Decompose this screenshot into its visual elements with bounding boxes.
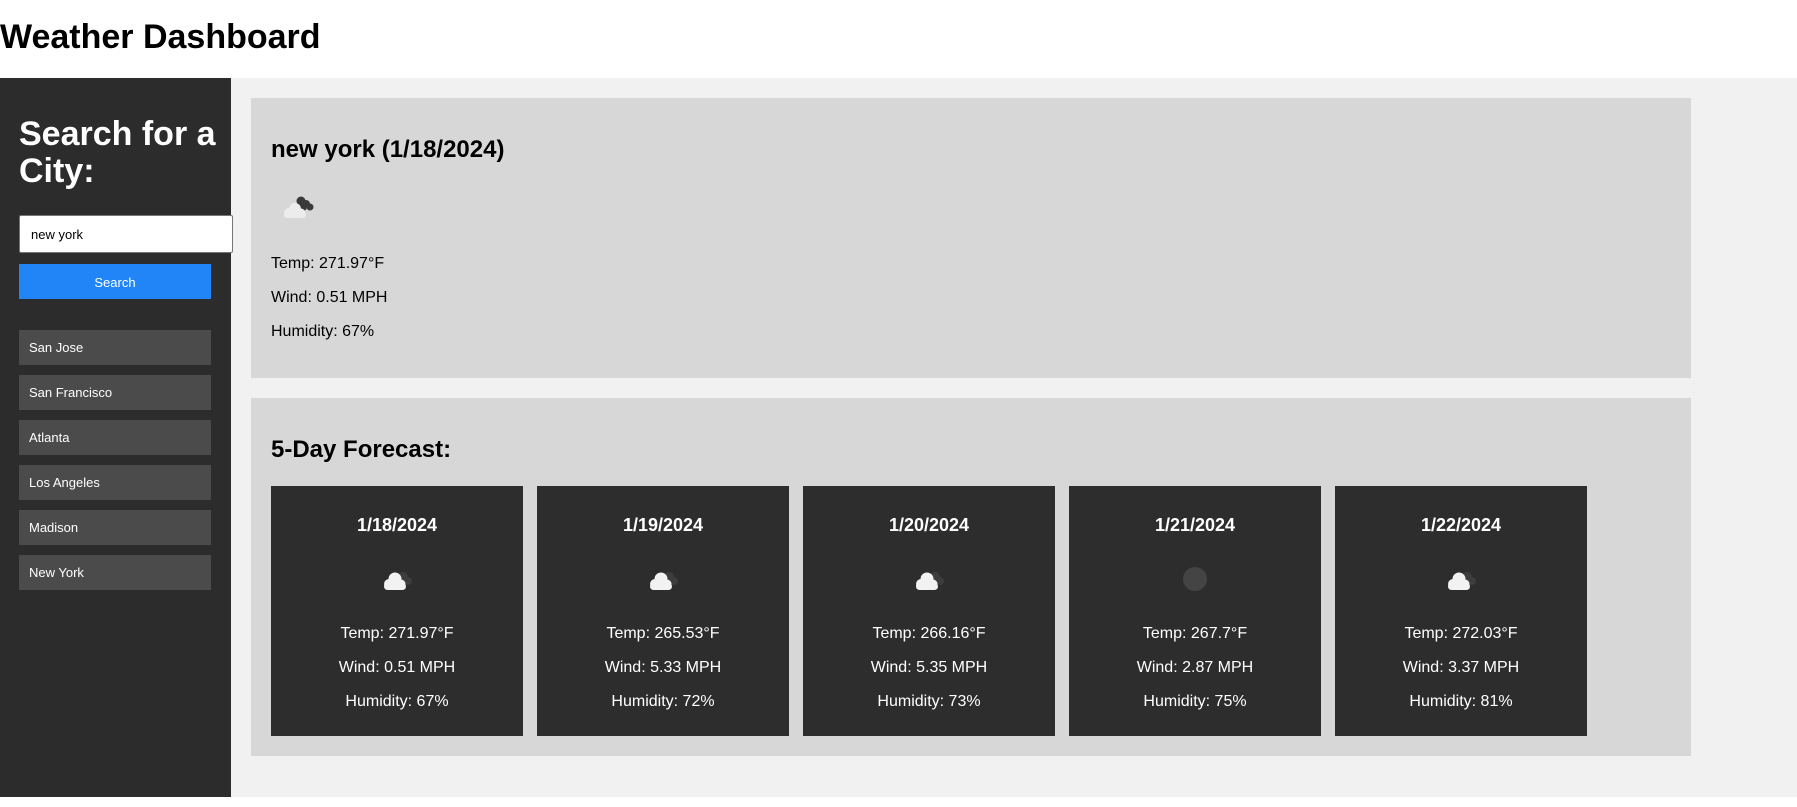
dashboard-layout: Search for a City: Search San Jose San F…	[0, 78, 1797, 797]
forecast-temp: Temp: 272.03°F	[1404, 625, 1518, 642]
forecast-day-card: 1/22/2024 Temp: 272.03°F Wind: 3.37 MPH …	[1335, 486, 1587, 736]
search-heading: Search for a City:	[19, 115, 216, 190]
page-title: Weather Dashboard	[0, 18, 321, 56]
forecast-day-card: 1/20/2024 Temp: 266.16°F Wind: 5.35 MPH …	[803, 486, 1055, 736]
history-button-los-angeles[interactable]: Los Angeles	[19, 465, 211, 500]
forecast-date: 1/18/2024	[356, 515, 438, 535]
forecast-day-card: 1/19/2024 Temp: 265.53°F Wind: 5.33 MPH …	[537, 486, 789, 736]
forecast-date: 1/21/2024	[1154, 515, 1236, 535]
forecast-wind: Wind: 5.35 MPH	[870, 659, 988, 676]
forecast-humidity: Humidity: 81%	[1409, 693, 1513, 710]
clouds-icon	[916, 572, 944, 590]
forecast-day-card: 1/21/2024 Temp: 267.7°F Wind: 2.87 MPH H…	[1069, 486, 1321, 736]
forecast-temp: Temp: 267.7°F	[1142, 625, 1248, 642]
current-weather-card: new york (1/18/2024) Temp: 271.97°F Wind…	[251, 98, 1691, 378]
page-header: Weather Dashboard	[0, 0, 1797, 78]
forecast-humidity: Humidity: 67%	[345, 693, 449, 710]
forecast-humidity: Humidity: 75%	[1143, 693, 1247, 710]
history-button-san-jose[interactable]: San Jose	[19, 330, 211, 365]
clouds-icon	[384, 572, 412, 590]
history-button-atlanta[interactable]: Atlanta	[19, 420, 211, 455]
forecast-day-card: 1/18/2024 Temp: 271.97°F Wind: 0.51 MPH …	[271, 486, 523, 736]
clouds-icon	[1448, 572, 1476, 590]
forecast-date: 1/19/2024	[622, 515, 704, 535]
forecast-temp: Temp: 266.16°F	[872, 625, 986, 642]
forecast-temp: Temp: 271.97°F	[340, 625, 454, 642]
clear-night-icon	[1183, 567, 1207, 591]
sidebar: Search for a City: Search San Jose San F…	[0, 78, 233, 797]
current-wind: Wind: 0.51 MPH	[271, 289, 388, 306]
forecast-wind: Wind: 5.33 MPH	[604, 659, 722, 676]
forecast-section: 5-Day Forecast: 1/18/2024 Temp: 271.97°F…	[251, 398, 1691, 756]
forecast-wind: Wind: 3.37 MPH	[1402, 659, 1520, 676]
history-button-new-york[interactable]: New York	[19, 555, 211, 590]
history-button-san-francisco[interactable]: San Francisco	[19, 375, 211, 410]
forecast-temp: Temp: 265.53°F	[606, 625, 720, 642]
history-button-madison[interactable]: Madison	[19, 510, 211, 545]
city-search-input[interactable]	[19, 215, 233, 253]
forecast-date: 1/20/2024	[888, 515, 970, 535]
current-humidity: Humidity: 67%	[271, 323, 375, 340]
forecast-date: 1/22/2024	[1420, 515, 1502, 535]
clouds-icon	[650, 572, 678, 590]
forecast-title: 5-Day Forecast:	[271, 436, 452, 463]
forecast-humidity: Humidity: 72%	[611, 693, 715, 710]
current-city-title: new york (1/18/2024)	[271, 136, 505, 163]
broken-clouds-icon	[284, 196, 314, 218]
forecast-wind: Wind: 0.51 MPH	[338, 659, 456, 676]
forecast-humidity: Humidity: 73%	[877, 693, 981, 710]
current-temp: Temp: 271.97°F	[271, 255, 385, 272]
search-button[interactable]: Search	[19, 264, 211, 299]
forecast-wind: Wind: 2.87 MPH	[1136, 659, 1254, 676]
